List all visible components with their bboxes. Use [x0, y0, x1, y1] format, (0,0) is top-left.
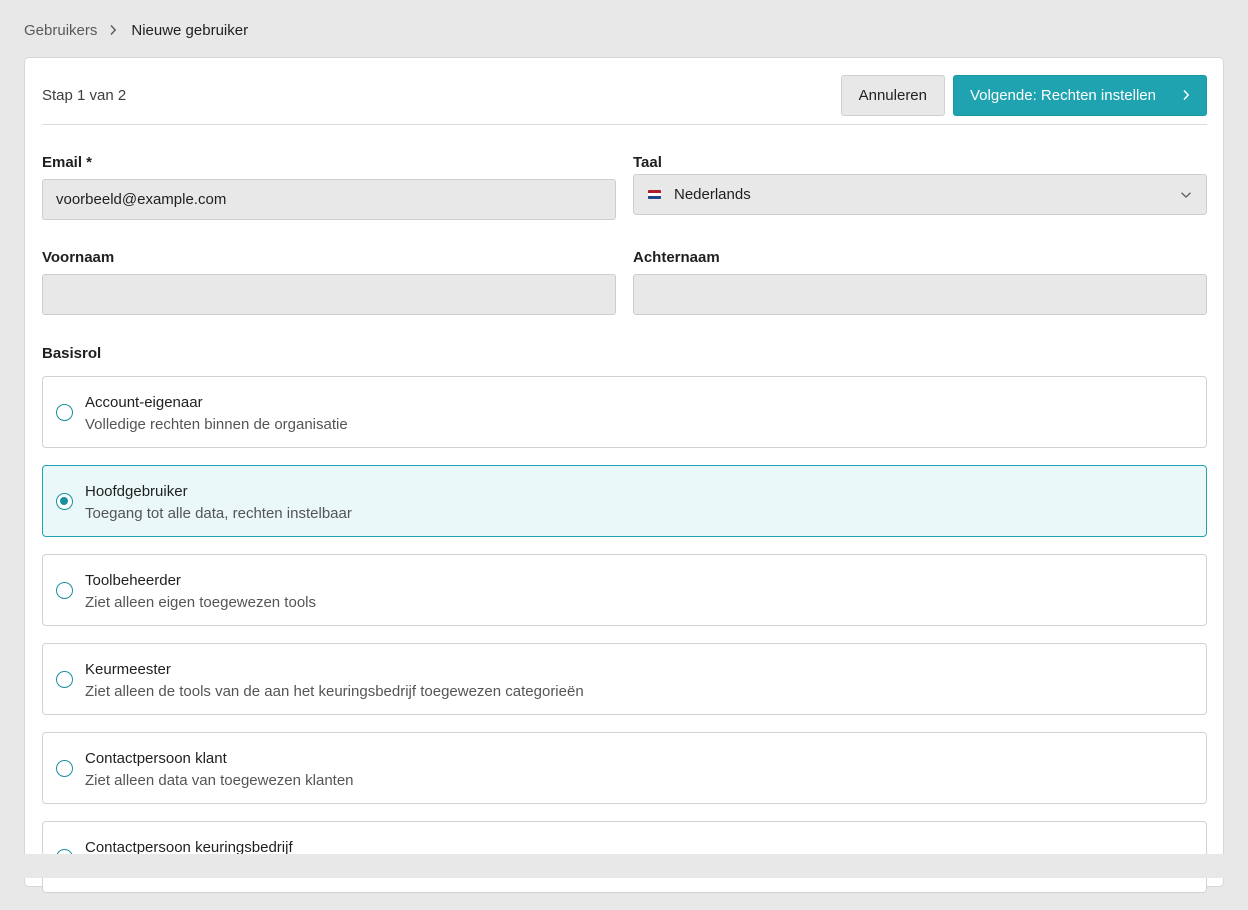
email-language-row: Email * Taal Nederlands	[42, 154, 1207, 220]
cancel-button[interactable]: Annuleren	[840, 74, 945, 116]
new-user-card: Stap 1 van 2 Annuleren Volgende: Rechten…	[24, 57, 1224, 893]
role-description: Volledige rechten binnen de organisatie	[85, 416, 348, 433]
next-step-label: Volgende: Rechten instellen	[970, 86, 1156, 104]
breadcrumb-current: Nieuwe gebruiker	[131, 21, 249, 39]
lastname-group: Achternaam	[633, 249, 1207, 315]
role-title: Toolbeheerder	[85, 572, 181, 589]
role-title: Account-eigenaar	[85, 394, 203, 411]
chevron-right-icon	[1182, 89, 1190, 101]
page-bottom-edge	[0, 854, 1248, 878]
role-radio[interactable]	[56, 671, 73, 688]
role-option-account-owner[interactable]: Account-eigenaar Volledige rechten binne…	[42, 376, 1207, 448]
role-description: Ziet alleen data van toegewezen klanten	[85, 772, 354, 789]
breadcrumb-users-link[interactable]: Gebruikers	[24, 22, 97, 39]
email-label: Email *	[42, 154, 93, 171]
lastname-label: Achternaam	[633, 249, 720, 266]
breadcrumb: Gebruikers Nieuwe gebruiker	[24, 20, 248, 40]
role-option-inspector[interactable]: Keurmeester Ziet alleen de tools van de …	[42, 643, 1207, 715]
language-group: Taal Nederlands	[633, 154, 1207, 220]
role-title: Contactpersoon klant	[85, 750, 227, 767]
netherlands-flag-icon	[648, 190, 661, 199]
role-option-main-user[interactable]: Hoofdgebruiker Toegang tot alle data, re…	[42, 465, 1207, 537]
chevron-down-icon	[1180, 191, 1192, 199]
role-description: Ziet alleen eigen toegewezen tools	[85, 594, 316, 611]
role-description: Ziet alleen de tools van de aan het keur…	[85, 683, 584, 700]
firstname-field[interactable]	[42, 274, 616, 315]
role-radio[interactable]	[56, 760, 73, 777]
role-radio[interactable]	[56, 493, 73, 510]
chevron-right-icon	[109, 24, 117, 36]
role-option-tool-manager[interactable]: Toolbeheerder Ziet alleen eigen toegewez…	[42, 554, 1207, 626]
next-step-button[interactable]: Volgende: Rechten instellen	[953, 74, 1207, 116]
email-group: Email *	[42, 154, 616, 220]
role-list: Account-eigenaar Volledige rechten binne…	[42, 376, 1207, 893]
role-description: Toegang tot alle data, rechten instelbaa…	[85, 505, 352, 522]
firstname-label: Voornaam	[42, 249, 115, 266]
card-header: Stap 1 van 2 Annuleren Volgende: Rechten…	[42, 58, 1207, 125]
email-field[interactable]	[42, 179, 616, 220]
step-indicator: Stap 1 van 2	[42, 86, 127, 104]
language-select[interactable]: Nederlands	[633, 174, 1207, 215]
name-row: Voornaam Achternaam	[42, 249, 1207, 315]
firstname-group: Voornaam	[42, 249, 616, 315]
role-radio[interactable]	[56, 404, 73, 421]
role-title: Hoofdgebruiker	[85, 483, 188, 500]
role-title: Keurmeester	[85, 661, 171, 678]
base-role-label: Basisrol	[42, 345, 102, 362]
language-value: Nederlands	[674, 186, 751, 203]
role-option-client-contact[interactable]: Contactpersoon klant Ziet alleen data va…	[42, 732, 1207, 804]
role-radio[interactable]	[56, 582, 73, 599]
lastname-field[interactable]	[633, 274, 1207, 315]
language-label: Taal	[633, 154, 662, 171]
header-actions: Annuleren Volgende: Rechten instellen	[840, 67, 1207, 116]
